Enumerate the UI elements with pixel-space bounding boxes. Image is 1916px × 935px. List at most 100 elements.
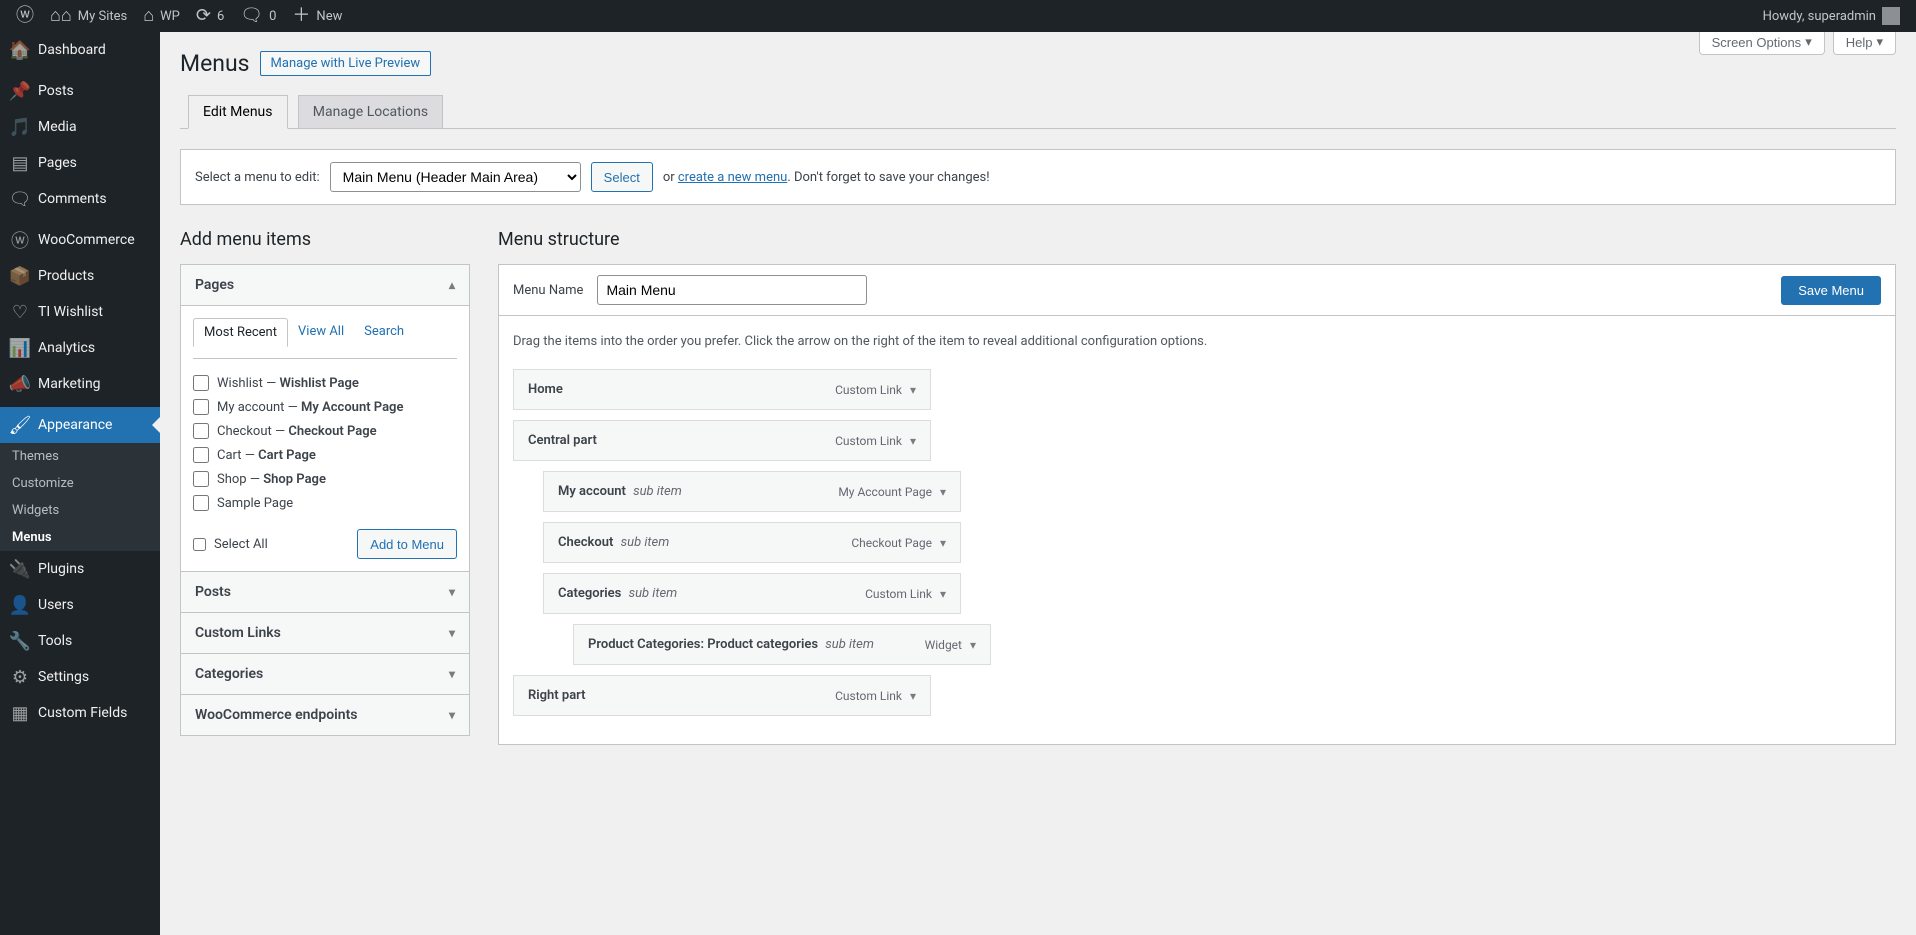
sidebar-item-plugins[interactable]: 🔌Plugins <box>0 551 160 587</box>
sidebar-item-dashboard[interactable]: 🏠Dashboard <box>0 32 160 68</box>
sidebar-label: Products <box>38 268 94 284</box>
accordion-categories-head[interactable]: Categories▾ <box>181 653 469 694</box>
live-preview-button[interactable]: Manage with Live Preview <box>260 51 432 76</box>
subtab-view-all[interactable]: View All <box>288 318 354 346</box>
page-checkbox[interactable] <box>193 471 209 487</box>
appearance-submenu: Themes Customize Widgets Menus <box>0 443 160 551</box>
accordion-pages-head[interactable]: Pages▴ <box>181 265 469 305</box>
comments-bar[interactable]: 🗨0 <box>232 0 284 32</box>
site-name[interactable]: ⌂WP <box>135 0 188 32</box>
sidebar-item-woocommerce[interactable]: ⓦWooCommerce <box>0 222 160 258</box>
main-content: Screen Options ▾ Help ▾ Menus Manage wit… <box>160 32 1916 765</box>
page-checkbox[interactable] <box>193 495 209 511</box>
menu-structure-item[interactable]: Checkout sub itemCheckout Page ▾ <box>543 522 961 563</box>
menu-item-type: Custom Link ▾ <box>835 689 916 703</box>
page-checklist-item[interactable]: Cart — Cart Page <box>193 443 457 467</box>
tab-manage-locations[interactable]: Manage Locations <box>298 95 443 128</box>
menu-structure-item[interactable]: Product Categories: Product categories s… <box>573 624 991 665</box>
sidebar-item-custom-fields[interactable]: ▦Custom Fields <box>0 695 160 731</box>
sidebar-item-analytics[interactable]: 📊Analytics <box>0 330 160 366</box>
page-checklist-item[interactable]: Shop — Shop Page <box>193 467 457 491</box>
sidebar-item-comments[interactable]: 🗨Comments <box>0 181 160 217</box>
sidebar-label: Comments <box>38 191 107 207</box>
screen-options-button[interactable]: Screen Options ▾ <box>1699 30 1825 55</box>
subtab-search[interactable]: Search <box>354 318 414 346</box>
menu-select[interactable]: Main Menu (Header Main Area) <box>330 162 581 192</box>
accordion-custom-links-head[interactable]: Custom Links▾ <box>181 612 469 653</box>
chevron-down-icon[interactable]: ▾ <box>940 485 946 499</box>
sidebar-item-tools[interactable]: 🔧Tools <box>0 623 160 659</box>
subtab-most-recent[interactable]: Most Recent <box>193 318 288 347</box>
menu-item-title: Categories sub item <box>558 586 677 601</box>
sidebar-item-pages[interactable]: ▤Pages <box>0 145 160 181</box>
menu-frame: Menu Name Save Menu Drag the items into … <box>498 264 1896 745</box>
menu-item-type: My Account Page ▾ <box>838 485 946 499</box>
my-account[interactable]: Howdy, superadmin <box>1755 0 1908 32</box>
sidebar-label: Media <box>38 119 77 135</box>
chevron-down-icon[interactable]: ▾ <box>940 536 946 550</box>
submenu-widgets[interactable]: Widgets <box>0 497 160 524</box>
select-all-checkbox[interactable] <box>193 538 206 551</box>
sidebar-item-marketing[interactable]: 📣Marketing <box>0 366 160 402</box>
menu-item-type: Custom Link ▾ <box>835 383 916 397</box>
select-all-wrap[interactable]: Select All <box>193 537 268 552</box>
page-checklist-item[interactable]: Wishlist — Wishlist Page <box>193 371 457 395</box>
page-checkbox[interactable] <box>193 375 209 391</box>
accordion-woo-endpoints-head[interactable]: WooCommerce endpoints▾ <box>181 694 469 735</box>
sidebar-label: Plugins <box>38 561 84 577</box>
sidebar-item-wishlist[interactable]: ♡TI Wishlist <box>0 294 160 330</box>
wp-logo[interactable]: ⓦ <box>8 0 42 32</box>
page-checklist-item[interactable]: My account — My Account Page <box>193 395 457 419</box>
chevron-down-icon[interactable]: ▾ <box>940 587 946 601</box>
page-label: Wishlist — Wishlist Page <box>217 376 359 391</box>
page-checklist-item[interactable]: Sample Page <box>193 491 457 515</box>
woo-icon: ⓦ <box>10 230 30 250</box>
submenu-themes[interactable]: Themes <box>0 443 160 470</box>
sidebar-item-settings[interactable]: ⚙Settings <box>0 659 160 695</box>
accordion-label: Posts <box>195 584 231 600</box>
help-button[interactable]: Help ▾ <box>1833 30 1896 55</box>
settings-icon: ⚙ <box>10 667 30 687</box>
page-checkbox[interactable] <box>193 423 209 439</box>
menu-structure-item[interactable]: Categories sub itemCustom Link ▾ <box>543 573 961 614</box>
add-to-menu-button[interactable]: Add to Menu <box>357 529 457 559</box>
heart-icon: ♡ <box>10 302 30 322</box>
sidebar-label: Appearance <box>38 417 112 433</box>
my-sites[interactable]: ⌂⌂My Sites <box>42 0 135 32</box>
submenu-customize[interactable]: Customize <box>0 470 160 497</box>
howdy-label: Howdy, superadmin <box>1763 9 1876 24</box>
sidebar-item-appearance[interactable]: 🖌Appearance <box>0 407 160 443</box>
tab-edit-menus[interactable]: Edit Menus <box>188 95 288 129</box>
avatar <box>1882 7 1900 25</box>
menu-structure-item[interactable]: Central partCustom Link ▾ <box>513 420 931 461</box>
menu-name-input[interactable] <box>597 275 867 305</box>
page-checklist-item[interactable]: Checkout — Checkout Page <box>193 419 457 443</box>
chevron-down-icon[interactable]: ▾ <box>970 638 976 652</box>
save-menu-button[interactable]: Save Menu <box>1781 276 1881 305</box>
sidebar-item-users[interactable]: 👤Users <box>0 587 160 623</box>
menu-structure-item[interactable]: Right partCustom Link ▾ <box>513 675 931 716</box>
sidebar-label: Users <box>38 597 74 613</box>
updates[interactable]: ⟳6 <box>188 0 232 32</box>
chevron-down-icon[interactable]: ▾ <box>910 383 916 397</box>
chevron-down-icon: ▾ <box>449 667 455 681</box>
menu-item-type: Widget ▾ <box>925 638 976 652</box>
select-button[interactable]: Select <box>591 162 653 192</box>
add-items-heading: Add menu items <box>180 229 470 250</box>
page-icon: ▤ <box>10 153 30 173</box>
sidebar-item-products[interactable]: 📦Products <box>0 258 160 294</box>
menu-structure-item[interactable]: Home Custom Link ▾ <box>513 369 931 410</box>
menu-item-title: Home <box>528 382 563 397</box>
chevron-down-icon[interactable]: ▾ <box>910 689 916 703</box>
accordion-posts-head[interactable]: Posts▾ <box>181 571 469 612</box>
page-checkbox[interactable] <box>193 447 209 463</box>
chevron-down-icon[interactable]: ▾ <box>910 434 916 448</box>
menu-structure-item[interactable]: My account sub itemMy Account Page ▾ <box>543 471 961 512</box>
submenu-menus[interactable]: Menus <box>0 524 160 551</box>
create-menu-link[interactable]: create a new menu <box>678 170 787 185</box>
new-content[interactable]: ＋New <box>284 0 350 32</box>
page-checklist: Wishlist — Wishlist Page My account — My … <box>193 371 457 515</box>
page-checkbox[interactable] <box>193 399 209 415</box>
sidebar-item-posts[interactable]: 📌Posts <box>0 73 160 109</box>
sidebar-item-media[interactable]: 🎵Media <box>0 109 160 145</box>
